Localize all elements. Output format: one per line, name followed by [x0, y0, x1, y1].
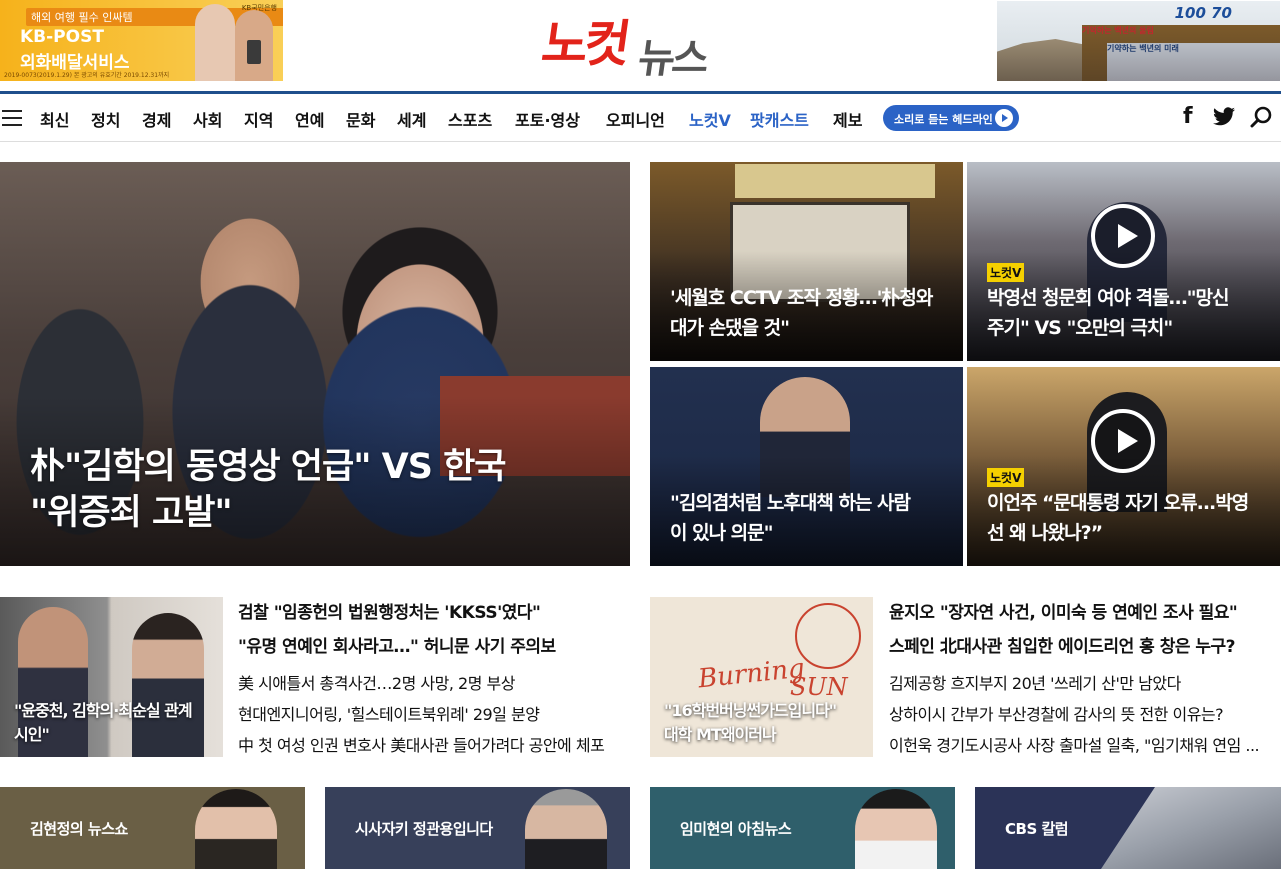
tile-headline: 박영선 청문회 여야 격돌…"망신 주기" VS "오만의 극치"	[987, 283, 1268, 343]
tile-image-banner	[735, 164, 935, 198]
ad-banner-anniversary[interactable]: 100 70 기억하는 백년의 울림 기약하는 백년의 미래	[997, 1, 1280, 81]
host-photo	[195, 789, 277, 869]
program-banner-newsshow[interactable]: 김현정의 뉴스쇼	[0, 787, 305, 869]
news-tile-1[interactable]: '세월호 CCTV 조작 정황…'朴청와 대가 손댔을 것"	[650, 162, 963, 361]
nocutv-badge: 노컷V	[987, 263, 1025, 282]
ad-anniversary-line2: 기약하는 백년의 미래	[1107, 43, 1280, 81]
tile-headline-line2: 이 있나 의문"	[670, 522, 774, 544]
thumb-caption-line1: "윤중천, 김학의·최순실 관계	[14, 701, 193, 720]
nav-item-report[interactable]: 제보	[833, 107, 862, 131]
main-nav: 최신 정치 경제 사회 지역 연예 문화 세계 스포츠 포토·영상 오피니언 노…	[0, 94, 1281, 142]
tile-headline-line2: 주기" VS "오만의 극치"	[987, 317, 1173, 339]
site-logo[interactable]: 노컷 뉴스	[538, 0, 743, 82]
nav-item-region[interactable]: 지역	[244, 107, 273, 131]
thumb-drawing-circle	[795, 603, 861, 669]
phone-image	[247, 40, 261, 64]
ad-kb-fineprint: 2019-0073(2019.1.29) 본 광고의 유효기간 2019.12.…	[4, 72, 170, 79]
news-thumb-left[interactable]: "윤중천, 김학의·최순실 관계 시인"	[0, 597, 223, 757]
program-banner-label: 임미현의 아침뉴스	[680, 820, 792, 838]
list-item[interactable]: 이헌욱 경기도시공사 사장 출마설 일축, "임기채워 연임 ...	[889, 732, 1260, 756]
audio-headline-label: 소리로 듣는 헤드라인	[894, 113, 993, 126]
facebook-icon[interactable]: f	[1183, 104, 1193, 129]
play-icon	[995, 109, 1013, 127]
list-item[interactable]: 김제공항 흐지부지 20년 '쓰레기 산'만 남았다	[889, 670, 1181, 694]
tile-headline-line1: 박영선 청문회 여야 격돌…"망신	[987, 287, 1230, 309]
list-item[interactable]: "유명 연예인 회사라고…" 허니문 사기 주의보	[238, 632, 556, 657]
nav-item-economy[interactable]: 경제	[142, 107, 171, 131]
nocutv-badge: 노컷V	[987, 468, 1025, 487]
nav-item-politics[interactable]: 정치	[91, 107, 120, 131]
list-item[interactable]: 스페인 北대사관 침입한 에이드리언 홍 창은 누구?	[889, 632, 1236, 657]
program-banner-label: 시사자키 정관용입니다	[355, 820, 493, 838]
video-play-icon[interactable]	[1091, 204, 1155, 268]
list-item[interactable]: 美 시애틀서 총격사건…2명 사망, 2명 부상	[238, 670, 515, 694]
search-icon[interactable]	[1249, 105, 1273, 135]
news-tile-4[interactable]: 노컷V 이언주 “문대통령 자기 오류...박영 선 왜 나왔나?”	[967, 367, 1280, 566]
laptop-image	[1101, 787, 1281, 869]
nav-item-entertainment[interactable]: 연예	[295, 107, 324, 131]
tile-headline-line2: 선 왜 나왔나?”	[987, 522, 1103, 544]
logo-nokut: 노컷	[538, 15, 631, 73]
thumb-image-text-sun: SUN	[790, 673, 848, 701]
tile-headline: 이언주 “문대통령 자기 오류...박영 선 왜 나왔나?”	[987, 488, 1268, 548]
audio-headline-button[interactable]: 소리로 듣는 헤드라인	[883, 105, 1019, 131]
tile-headline: '세월호 CCTV 조작 정황…'朴청와 대가 손댔을 것"	[670, 283, 951, 343]
ad-banner-kb[interactable]: 해외 여행 필수 인싸템 KB-POST 외화배달서비스 KB국민은행 2019…	[0, 0, 283, 81]
ad-anniversary-badge: 100 70	[1174, 4, 1232, 22]
program-banner-label: CBS 칼럼	[1005, 820, 1069, 838]
ad-model-image	[195, 4, 235, 81]
thumb-caption-line2: 대학 MT왜이러나	[664, 725, 777, 744]
nav-item-latest[interactable]: 최신	[40, 107, 69, 131]
nav-item-society[interactable]: 사회	[193, 107, 222, 131]
hamburger-menu-icon[interactable]	[2, 110, 22, 126]
hero-headline-line2: "위증죄 고발"	[30, 493, 233, 533]
tile-headline-line1: "김의겸처럼 노후대책 하는 사람	[670, 492, 911, 514]
nav-item-nocutv[interactable]: 노컷V	[689, 107, 731, 131]
video-play-icon[interactable]	[1091, 409, 1155, 473]
program-banner-label: 김현정의 뉴스쇼	[30, 820, 128, 838]
list-item[interactable]: 검찰 "임종헌의 법원행정처는 'KKSS'였다"	[238, 598, 541, 623]
list-item[interactable]: 中 첫 여성 인권 변호사 美대사관 들어가려다 공안에 체포	[238, 732, 605, 756]
program-banner-sisajaki[interactable]: 시사자키 정관용입니다	[325, 787, 630, 869]
logo-news: 뉴스	[635, 36, 710, 82]
thumb-caption-line1: "16학번버닝썬가드입니다"	[664, 701, 837, 720]
hero-article[interactable]: 朴"김학의 동영상 언급" VS 한국 "위증죄 고발"	[0, 162, 630, 566]
program-banner-morningnews[interactable]: 임미현의 아침뉴스	[650, 787, 955, 869]
tile-headline-line2: 대가 손댔을 것"	[670, 317, 790, 339]
list-item[interactable]: 윤지오 "장자연 사건, 이미숙 등 연예인 조사 필요"	[889, 598, 1238, 623]
news-tile-2[interactable]: 노컷V 박영선 청문회 여야 격돌…"망신 주기" VS "오만의 극치"	[967, 162, 1280, 361]
page: 해외 여행 필수 인싸템 KB-POST 외화배달서비스 KB국민은행 2019…	[0, 0, 1281, 869]
thumb-caption: "16학번버닝썬가드입니다" 대학 MT왜이러나	[664, 699, 865, 747]
list-item[interactable]: 현대엔지니어링, '힐스테이트북위례' 29일 분양	[238, 701, 540, 725]
tile-headline-line1: '세월호 CCTV 조작 정황…'朴청와	[670, 287, 933, 309]
hero-headline-line1: 朴"김학의 동영상 언급" VS 한국	[30, 447, 507, 487]
nav-item-photo-video[interactable]: 포토·영상	[515, 107, 580, 131]
program-banner-cbs-column[interactable]: CBS 칼럼	[975, 787, 1281, 869]
host-photo	[855, 789, 937, 869]
list-item[interactable]: 상하이시 간부가 부산경찰에 감사의 뜻 전한 이유는?	[889, 701, 1224, 725]
host-photo	[525, 789, 607, 869]
nav-item-world[interactable]: 세계	[397, 107, 426, 131]
hero-headline: 朴"김학의 동영상 언급" VS 한국 "위증죄 고발"	[30, 444, 610, 536]
nav-item-opinion[interactable]: 오피니언	[606, 107, 665, 131]
twitter-icon[interactable]	[1212, 107, 1236, 132]
tile-headline-line1: 이언주 “문대통령 자기 오류...박영	[987, 492, 1249, 514]
nav-item-culture[interactable]: 문화	[346, 107, 375, 131]
news-tile-3[interactable]: "김의겸처럼 노후대책 하는 사람 이 있나 의문"	[650, 367, 963, 566]
thumb-caption-line2: 시인"	[14, 725, 50, 744]
tile-headline: "김의겸처럼 노후대책 하는 사람 이 있나 의문"	[670, 488, 951, 548]
nav-item-sports[interactable]: 스포츠	[448, 107, 492, 131]
nav-item-podcast[interactable]: 팟캐스트	[750, 107, 809, 131]
news-thumb-right[interactable]: Burning SUN "16학번버닝썬가드입니다" 대학 MT왜이러나	[650, 597, 873, 757]
thumb-caption: "윤중천, 김학의·최순실 관계 시인"	[14, 699, 215, 747]
